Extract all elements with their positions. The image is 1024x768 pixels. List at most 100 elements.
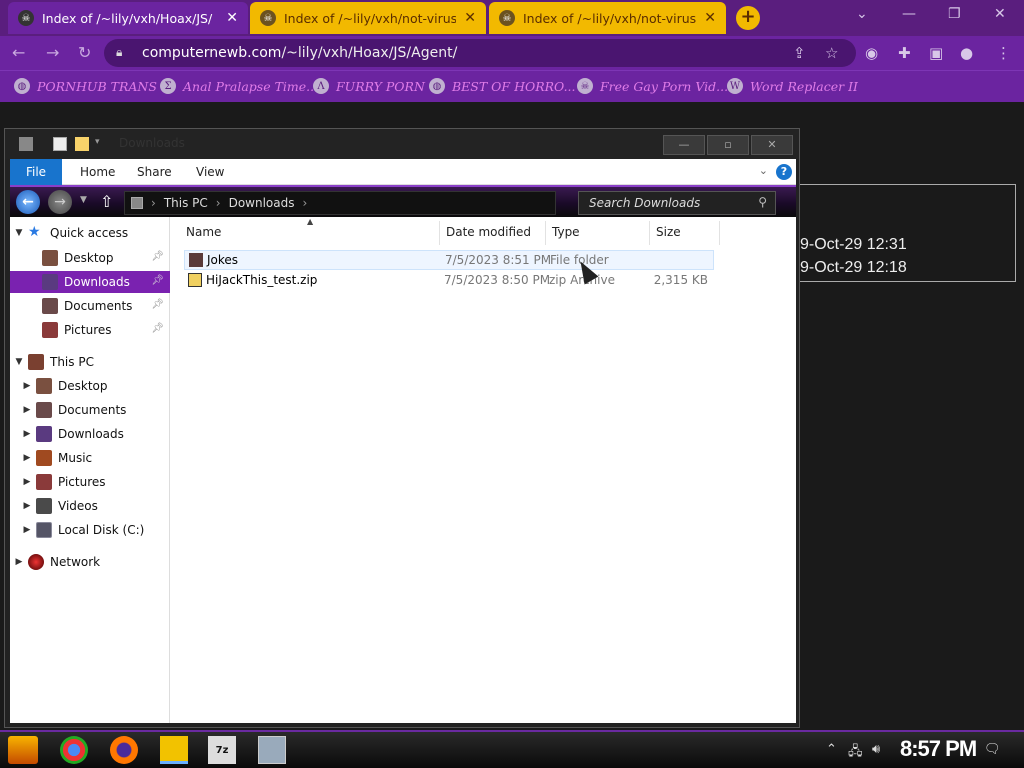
sidebar-item-pc-downloads[interactable]: ▶ Downloads — [10, 423, 170, 445]
restore-icon[interactable]: ❐ — [948, 6, 961, 22]
close-window-icon[interactable]: ✕ — [994, 6, 1006, 22]
tray-overflow-icon[interactable]: ⌃ — [826, 742, 837, 757]
column-header-name[interactable]: Name — [180, 221, 440, 245]
forward-arrow-icon[interactable]: → — [46, 43, 59, 62]
sidebar-item-pc-pictures[interactable]: ▶ Pictures — [10, 471, 170, 493]
bookmark-star-icon[interactable]: ☆ — [825, 44, 838, 62]
close-icon[interactable]: ✕ — [704, 10, 716, 26]
side-panel-icon[interactable]: ▣ — [929, 44, 943, 62]
chevron-right-icon[interactable]: ▶ — [22, 453, 32, 463]
firefox-icon[interactable] — [110, 736, 138, 764]
task-manager-icon[interactable] — [258, 736, 286, 764]
sidebar-item-local-disk[interactable]: ▶ Local Disk (C:) — [10, 519, 170, 541]
chevron-down-icon[interactable]: ▾ — [95, 137, 109, 151]
search-input[interactable]: Search Downloads ⚲ — [578, 191, 776, 215]
browser-tab-strip: ☠ Index of /~lily/vxh/Hoax/JS/ ✕ ☠ Index… — [0, 0, 1024, 36]
bookmark-item[interactable]: ◍ PORNHUB TRANS — [14, 78, 157, 94]
pin-icon[interactable]: 📌︎ — [151, 275, 164, 286]
recent-locations-icon[interactable]: ▼ — [80, 195, 87, 205]
table-row[interactable]: Jokes 7/5/2023 8:51 PM File folder — [184, 250, 714, 270]
chevron-right-icon[interactable]: ▶ — [22, 429, 32, 439]
globe-icon: ◍ — [14, 78, 30, 94]
tab-share[interactable]: Share — [137, 165, 172, 179]
properties-icon[interactable] — [53, 137, 67, 151]
browser-tab-3[interactable]: ☠ Index of /~lily/vxh/not-virus ✕ — [489, 2, 726, 34]
bookmark-item[interactable]: Λ FURRY PORN — [313, 78, 425, 94]
tab-search-icon[interactable]: ⌄ — [856, 6, 868, 22]
pin-icon[interactable]: 📌︎ — [151, 251, 164, 262]
bookmark-item[interactable]: ☠ Free Gay Porn Vid... — [577, 78, 728, 94]
notification-icon[interactable]: 🗨︎ — [984, 742, 1001, 757]
reload-icon[interactable]: ↻ — [78, 43, 91, 62]
sidebar-item-pictures[interactable]: Pictures 📌︎ — [10, 319, 170, 341]
documents-icon — [42, 298, 58, 314]
tab-home[interactable]: Home — [80, 165, 115, 179]
file-explorer-icon[interactable] — [160, 736, 188, 764]
expand-ribbon-icon[interactable]: ⌄ — [759, 164, 768, 177]
up-arrow-icon[interactable]: ⇧ — [100, 192, 113, 211]
browser-tab-1[interactable]: ☠ Index of /~lily/vxh/Hoax/JS/ ✕ — [8, 2, 248, 34]
close-icon[interactable]: ✕ — [464, 10, 476, 26]
nav-network[interactable]: ▶ Network — [10, 551, 170, 573]
column-header-type[interactable]: Type — [546, 221, 650, 245]
chevron-right-icon[interactable]: ▶ — [14, 557, 24, 567]
new-tab-button[interactable]: + — [736, 6, 760, 30]
chevron-down-icon[interactable]: ▼ — [14, 228, 24, 238]
chevron-right-icon[interactable]: ▶ — [22, 381, 32, 391]
new-folder-icon[interactable] — [75, 137, 89, 151]
table-row[interactable]: HiJackThis_test.zip 7/5/2023 8:50 PM zip… — [184, 271, 714, 291]
pin-icon[interactable]: 📌︎ — [151, 299, 164, 310]
sidebar-item-downloads[interactable]: Downloads 📌︎ — [10, 271, 170, 293]
nav-quick-access[interactable]: ▼ ★ Quick access — [10, 222, 170, 244]
sidebar-item-pc-videos[interactable]: ▶ Videos — [10, 495, 170, 517]
help-icon[interactable]: ? — [776, 164, 792, 180]
breadcrumb-downloads[interactable]: Downloads — [229, 196, 295, 210]
extension-avatar-icon[interactable]: ◉ — [865, 44, 878, 62]
7zip-icon[interactable]: 7z — [208, 736, 236, 764]
profile-icon[interactable]: ● — [960, 44, 973, 62]
maximize-button[interactable]: ▫ — [707, 135, 749, 155]
sidebar-item-pc-desktop[interactable]: ▶ Desktop — [10, 375, 170, 397]
column-header-size[interactable]: Size — [650, 221, 720, 245]
tab-view[interactable]: View — [196, 165, 224, 179]
start-button[interactable] — [8, 736, 38, 764]
address-bar[interactable]: 🔒︎ computernewb.com/~lily/vxh/Hoax/JS/Ag… — [104, 39, 856, 67]
bookmark-item[interactable]: Σ Anal Pralapse Time... — [160, 78, 318, 94]
close-icon[interactable]: ✕ — [226, 10, 238, 26]
forward-button[interactable]: → — [48, 190, 72, 214]
chevron-right-icon[interactable]: ▶ — [22, 525, 32, 535]
pin-icon[interactable]: 📌︎ — [151, 323, 164, 334]
minimize-icon[interactable]: — — [902, 6, 916, 22]
chevron-right-icon[interactable]: ▶ — [22, 405, 32, 415]
menu-kebab-icon[interactable]: ⋮ — [996, 44, 1011, 62]
bookmark-item[interactable]: ◍ BEST OF HORRO... — [429, 78, 576, 94]
back-arrow-icon[interactable]: ← — [12, 43, 25, 62]
bookmark-item[interactable]: W Word Replacer II — [727, 78, 858, 94]
nav-this-pc[interactable]: ▼ This PC — [10, 351, 170, 373]
close-button[interactable]: ✕ — [751, 135, 793, 155]
sidebar-item-pc-documents[interactable]: ▶ Documents — [10, 399, 170, 421]
breadcrumb-this-pc[interactable]: This PC — [164, 196, 208, 210]
chevron-down-icon[interactable]: ▼ — [14, 357, 24, 367]
tab-file[interactable]: File — [10, 159, 62, 185]
volume-icon[interactable]: 🔊︎ — [872, 742, 880, 757]
extensions-puzzle-icon[interactable]: ✚ — [898, 44, 911, 62]
chrome-icon[interactable] — [60, 736, 88, 764]
sidebar-item-pc-music[interactable]: ▶ Music — [10, 447, 170, 469]
share-icon[interactable]: ⇪ — [793, 44, 806, 62]
breadcrumb[interactable]: › This PC › Downloads › — [124, 191, 556, 215]
browser-tab-2[interactable]: ☠ Index of /~lily/vxh/not-virus ✕ — [250, 2, 486, 34]
sidebar-item-documents[interactable]: Documents 📌︎ — [10, 295, 170, 317]
clock[interactable]: 8:57 PM — [900, 736, 977, 762]
lock-icon[interactable]: 🔒︎ — [116, 45, 122, 60]
explorer-titlebar[interactable]: ▾ Downloads — ▫ ✕ — [5, 129, 799, 159]
back-button[interactable]: ← — [16, 190, 40, 214]
sidebar-item-desktop[interactable]: Desktop 📌︎ — [10, 247, 170, 269]
pictures-icon — [42, 322, 58, 338]
network-tray-icon[interactable]: 🖧︎ — [848, 742, 863, 764]
column-header-date[interactable]: Date modified — [440, 221, 546, 245]
chevron-right-icon[interactable]: ▶ — [22, 501, 32, 511]
chevron-right-icon[interactable]: ▶ — [22, 477, 32, 487]
minimize-button[interactable]: — — [663, 135, 705, 155]
navigation-pane: ▼ ★ Quick access Desktop 📌︎ Downloads 📌︎… — [10, 217, 170, 723]
